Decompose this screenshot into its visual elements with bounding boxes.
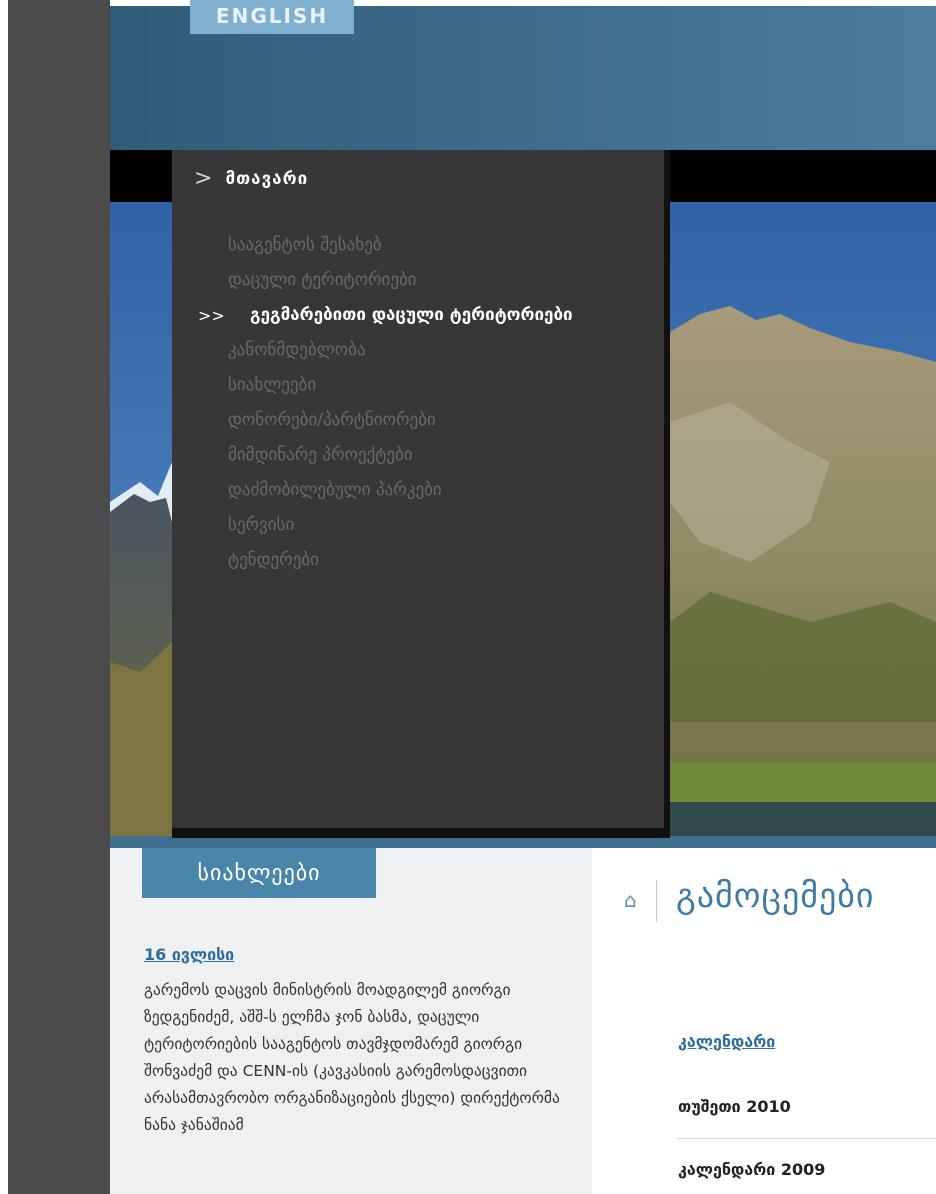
publications-title: გამოცემები	[676, 876, 875, 916]
language-english-button[interactable]: ENGLISH	[190, 0, 354, 34]
home-icon[interactable]: ⌂	[624, 888, 637, 912]
calendar-link[interactable]: კალენდარი	[678, 1032, 775, 1051]
menu-item-protected-areas[interactable]: დაცული ტერიტორიები	[228, 263, 573, 298]
menu-item-current-projects[interactable]: მიმდინარე პროექტები	[228, 438, 573, 473]
menu-item-tenders[interactable]: ტენდერები	[228, 543, 573, 578]
menu-item-twin-parks[interactable]: დაძმობილებული პარკები	[228, 473, 573, 508]
left-gray-rail	[8, 0, 110, 1194]
menu-item-service[interactable]: სერვისი	[228, 508, 573, 543]
menu-item-legislation[interactable]: კანონმდებლობა	[228, 333, 573, 368]
menu-item-news[interactable]: სიახლეები	[228, 368, 573, 403]
publication-row[interactable]: თუშეთი 2010	[678, 1097, 791, 1116]
news-text: გარემოს დაცვის მინისტრის მოადგილემ გიორგ…	[144, 981, 560, 1134]
menu-item-about[interactable]: სააგენტოს შესახებ	[228, 228, 573, 263]
menu-item-label: გეგმარებითი დაცული ტერიტორიები	[250, 305, 573, 325]
menu-heading[interactable]: > მთავარი	[194, 166, 308, 191]
row-divider	[678, 1138, 936, 1139]
main-menu-panel: > მთავარი სააგენტოს შესახებ დაცული ტერიტ…	[172, 150, 670, 838]
publication-row[interactable]: კალენდარი 2009	[678, 1160, 825, 1179]
chevron-right-icon: >	[194, 166, 214, 191]
menu-item-planned-protected-areas[interactable]: >> გეგმარებითი დაცული ტერიტორიები	[198, 298, 573, 333]
menu-heading-label: მთავარი	[225, 168, 309, 189]
news-tab[interactable]: სიახლეები	[142, 848, 376, 898]
menu-list: სააგენტოს შესახებ დაცული ტერიტორიები >> …	[198, 228, 573, 578]
title-divider	[656, 880, 657, 922]
active-marker-icon: >>	[198, 306, 225, 325]
menu-item-donors-partners[interactable]: დონორები/პარტნიორები	[228, 403, 573, 438]
page-left-margin	[0, 0, 8, 1194]
news-date-link[interactable]: 16 ივლისი	[144, 945, 234, 964]
